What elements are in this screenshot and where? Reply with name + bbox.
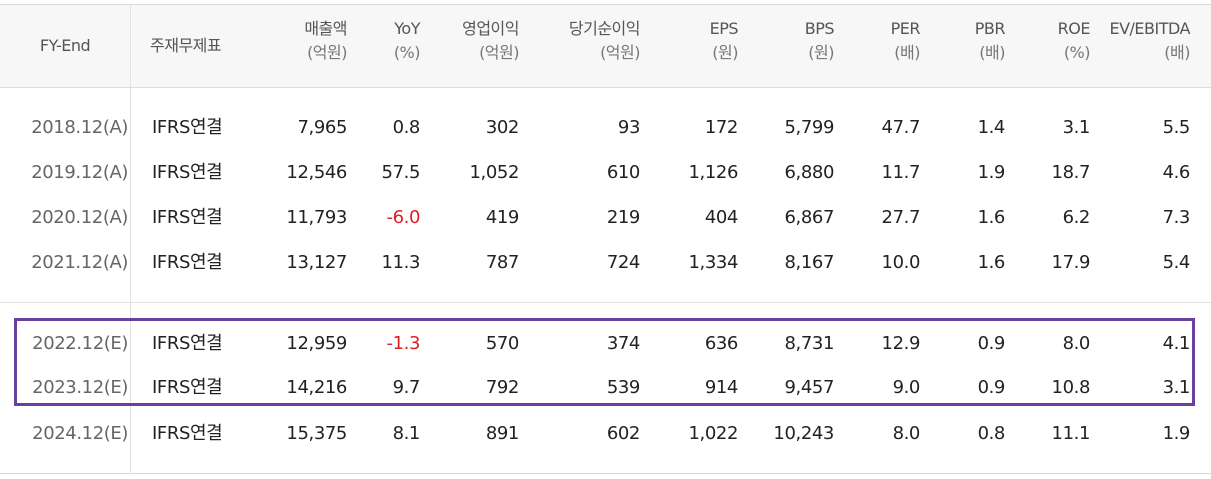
cell-bps: 6,867 xyxy=(784,207,834,228)
cell-ev-ebitda: 5.5 xyxy=(1162,117,1191,138)
cell-eps: 1,334 xyxy=(688,252,738,273)
estimate-highlight-box xyxy=(14,318,1195,406)
cell-net-income: 93 xyxy=(617,117,641,138)
header-per: PER (배) xyxy=(890,19,921,62)
header-eps: EPS (원) xyxy=(709,19,739,62)
table-row: 2019.12(A) IFRS연결 12,546 57.5 1,052 610 1,126 6… xyxy=(0,153,1211,193)
cell-ev-ebitda: 7.3 xyxy=(1162,207,1191,228)
cell-bps: 8,167 xyxy=(784,252,834,273)
cell-revenue: 13,127 xyxy=(286,252,347,273)
cell-fy-end: 2019.12(A) xyxy=(31,162,128,183)
cell-fy-end: 2018.12(A) xyxy=(31,117,128,138)
cell-per: 8.0 xyxy=(892,423,921,444)
cell-per: 27.7 xyxy=(881,207,921,228)
table-row: 2020.12(A) IFRS연결 11,793 -6.0 419 219 404 6,867… xyxy=(0,198,1211,238)
header-net-income: 당기순이익 (억원) xyxy=(568,19,641,62)
cell-consolidation: IFRS연결 xyxy=(152,207,223,228)
cell-net-income: 610 xyxy=(606,162,641,183)
table-row: 2018.12(A) IFRS연결 7,965 0.8 302 93 172 5,799 47.… xyxy=(0,108,1211,148)
cell-fy-end: 2020.12(A) xyxy=(31,207,128,228)
cell-operating-profit: 891 xyxy=(485,423,520,444)
cell-consolidation: IFRS연결 xyxy=(152,117,223,138)
cell-pbr: 1.6 xyxy=(977,252,1006,273)
cell-bps: 10,243 xyxy=(773,423,834,444)
cell-per: 47.7 xyxy=(881,117,921,138)
cell-operating-profit: 302 xyxy=(485,117,520,138)
header-pbr: PBR (배) xyxy=(974,19,1006,62)
cell-revenue: 15,375 xyxy=(286,423,347,444)
table-row: 2024.12(E) IFRS연결 15,375 8.1 891 602 1,022 10,2… xyxy=(0,414,1211,454)
cell-eps: 172 xyxy=(704,117,739,138)
cell-revenue: 11,793 xyxy=(286,207,347,228)
cell-yoy: -6.0 xyxy=(386,207,420,228)
cell-roe: 18.7 xyxy=(1051,162,1091,183)
cell-fy-end: 2021.12(A) xyxy=(31,252,128,273)
cell-per: 11.7 xyxy=(881,162,921,183)
header-bps: BPS (원) xyxy=(804,19,835,62)
cell-pbr: 1.9 xyxy=(977,162,1006,183)
cell-net-income: 219 xyxy=(606,207,641,228)
header-revenue: 매출액 (억원) xyxy=(304,19,347,62)
cell-roe: 11.1 xyxy=(1051,423,1091,444)
cell-ev-ebitda: 1.9 xyxy=(1162,423,1191,444)
cell-per: 10.0 xyxy=(881,252,921,273)
cell-yoy: 57.5 xyxy=(381,162,421,183)
cell-fy-end: 2024.12(E) xyxy=(32,423,128,444)
cell-bps: 6,880 xyxy=(784,162,834,183)
cell-pbr: 1.4 xyxy=(977,117,1006,138)
table-bottom-rule xyxy=(0,473,1211,474)
cell-revenue: 12,546 xyxy=(286,162,347,183)
cell-operating-profit: 419 xyxy=(485,207,520,228)
cell-pbr: 0.8 xyxy=(977,423,1006,444)
cell-ev-ebitda: 5.4 xyxy=(1162,252,1191,273)
cell-yoy: 8.1 xyxy=(392,423,421,444)
cell-pbr: 1.6 xyxy=(977,207,1006,228)
financial-summary-table: FY-End 주재무제표 매출액 (억원) YoY (%) 영업이익 (억원) 당기순이익(… xyxy=(0,0,1211,479)
cell-consolidation: IFRS연결 xyxy=(152,162,223,183)
header-operating-profit: 영업이익 (억원) xyxy=(462,19,519,62)
cell-consolidation: IFRS연결 xyxy=(152,252,223,273)
header-consolidation: 주재무제표 xyxy=(150,36,222,55)
header-roe: ROE (%) xyxy=(1057,19,1091,62)
section-separator xyxy=(0,302,1211,303)
header-yoy: YoY (%) xyxy=(393,19,421,62)
cell-net-income: 602 xyxy=(606,423,641,444)
header-ev-ebitda: EV/EBITDA (배) xyxy=(1109,19,1190,62)
cell-revenue: 7,965 xyxy=(297,117,347,138)
cell-yoy: 0.8 xyxy=(392,117,421,138)
cell-net-income: 724 xyxy=(606,252,641,273)
cell-eps: 1,126 xyxy=(688,162,738,183)
cell-roe: 3.1 xyxy=(1062,117,1091,138)
header-fy-end: FY-End xyxy=(39,36,91,55)
cell-roe: 6.2 xyxy=(1062,207,1091,228)
cell-bps: 5,799 xyxy=(784,117,834,138)
table-row: 2021.12(A) IFRS연결 13,127 11.3 787 724 1,334 8,1… xyxy=(0,243,1211,283)
cell-operating-profit: 1,052 xyxy=(469,162,519,183)
cell-yoy: 11.3 xyxy=(381,252,421,273)
cell-operating-profit: 787 xyxy=(485,252,520,273)
cell-roe: 17.9 xyxy=(1051,252,1091,273)
cell-consolidation: IFRS연결 xyxy=(152,423,223,444)
cell-eps: 1,022 xyxy=(688,423,738,444)
cell-ev-ebitda: 4.6 xyxy=(1162,162,1191,183)
cell-eps: 404 xyxy=(704,207,739,228)
